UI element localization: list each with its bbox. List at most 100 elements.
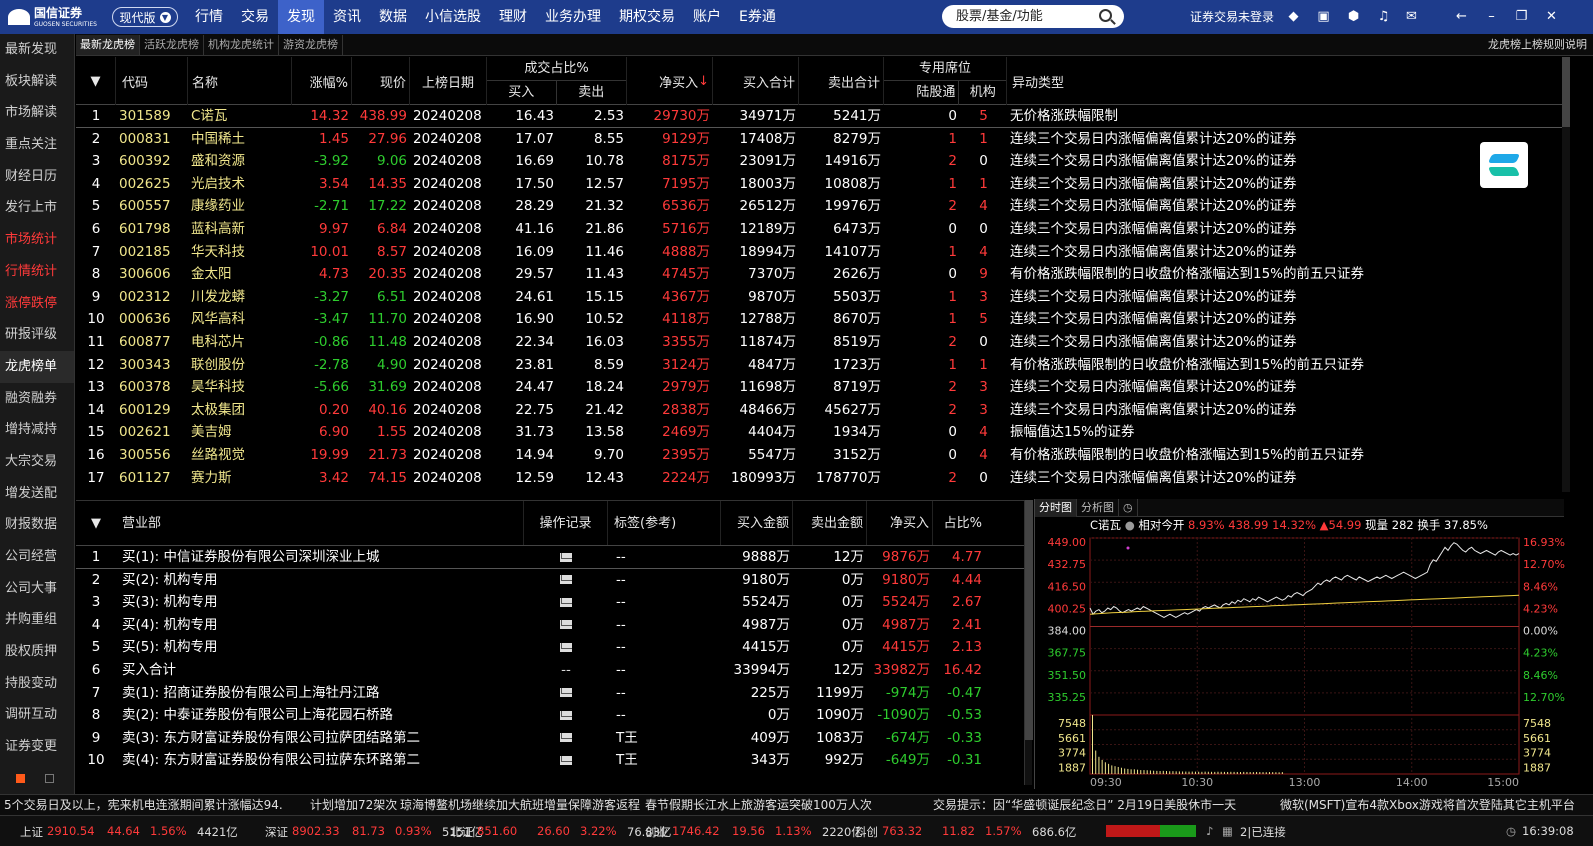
seat-row[interactable]: 6 买入合计 -- -- 33994万 12万 33982万 16.42: [76, 659, 1024, 682]
sidebar-item[interactable]: 增持减持: [0, 414, 74, 446]
mail-icon[interactable]: [560, 710, 572, 720]
sidebar-item[interactable]: 市场统计: [0, 224, 74, 256]
col-price[interactable]: 现价: [352, 57, 410, 105]
table-row[interactable]: 15 002621 美吉姆 6.90 1.55 20240208 31.73 13.58 246…: [76, 421, 1563, 444]
sidebar-item[interactable]: 板块解读: [0, 66, 74, 98]
col-ratio-sell[interactable]: 卖出: [557, 81, 627, 105]
minimize-icon[interactable]: –: [1484, 9, 1499, 24]
sort-menu-icon[interactable]: ▼: [76, 57, 116, 105]
history-icon[interactable]: ◷: [1119, 499, 1138, 517]
mail-icon[interactable]: [560, 620, 572, 630]
sidebar-item[interactable]: 最新发现: [0, 34, 74, 66]
col-buy-amt[interactable]: 买入金额: [721, 501, 793, 545]
rule-link[interactable]: 龙虎榜上榜规则说明: [1488, 34, 1587, 56]
status-cy-0[interactable]: 创业: [645, 824, 668, 840]
table-row[interactable]: 10 000636 风华高科 -3.47 11.70 20240208 16.90 10.52…: [76, 308, 1563, 331]
table-row[interactable]: 12 300343 联创股份 -2.78 4.90 20240208 23.81 8.59 31…: [76, 354, 1563, 377]
col-seat-inst[interactable]: 机构: [959, 81, 1006, 105]
headset-icon[interactable]: ♫: [1376, 9, 1391, 24]
bell-icon[interactable]: ♪: [1206, 824, 1213, 838]
record-cell[interactable]: [524, 727, 608, 750]
news-item[interactable]: 春节假期长江水上旅游客运突破100万人次: [645, 795, 872, 815]
sidebar-item[interactable]: 持股变动: [0, 668, 74, 700]
mail-icon[interactable]: [560, 755, 572, 765]
subtab[interactable]: 游资龙虎榜: [279, 34, 343, 55]
seat-row[interactable]: 2 买(2): 机构专用 -- 9180万 0万 9180万 4.44: [76, 569, 1024, 592]
nav-item[interactable]: 理财: [490, 0, 536, 34]
sidebar-item[interactable]: 发行上市: [0, 192, 74, 224]
col-tag[interactable]: 标签(参考): [608, 501, 721, 545]
nav-item[interactable]: 行情: [186, 0, 232, 34]
version-selector[interactable]: 现代版 ▼: [112, 7, 178, 27]
nav-item[interactable]: 交易: [232, 0, 278, 34]
floating-app-icon[interactable]: [1480, 142, 1528, 188]
file-icon[interactable]: ▣: [1316, 9, 1331, 24]
restore-icon[interactable]: ❐: [1514, 9, 1529, 24]
col-dept[interactable]: 营业部: [116, 501, 524, 545]
col-date[interactable]: 上榜日期: [410, 57, 487, 105]
col-code[interactable]: 代码: [116, 57, 188, 105]
mail-icon[interactable]: [560, 597, 572, 607]
seat-row[interactable]: 8 卖(2): 中泰证券股份有限公司上海花园石桥路 -- 0万 1090万 -1090万 -…: [76, 704, 1024, 727]
sidebar-item[interactable]: 公司经营: [0, 541, 74, 573]
message-icon[interactable]: ✉: [1404, 9, 1419, 24]
intraday-chart[interactable]: 449.00 16.93% 432.75 12.70% 416.50 8.46% 400.2…: [1035, 534, 1565, 789]
subtab[interactable]: 机构龙虎统计: [204, 34, 279, 55]
table-row[interactable]: 6 601798 蓝科高新 9.97 6.84 20240208 41.16 21.86 571…: [76, 218, 1563, 241]
table-row[interactable]: 9 002312 川发龙蟒 -3.27 6.51 20240208 24.61 15.15 43…: [76, 286, 1563, 309]
col-net[interactable]: 净买入 ↓: [627, 57, 713, 105]
col-seat-ratio[interactable]: 占比%: [933, 501, 985, 545]
nav-item[interactable]: 账户: [684, 0, 730, 34]
nav-item[interactable]: 业务办理: [536, 0, 610, 34]
table-row[interactable]: 17 601127 赛力斯 3.42 74.15 20240208 12.59 12.43 22…: [76, 467, 1563, 490]
news-item[interactable]: 交易提示：因“华盛顿诞辰纪念日” 2月19日美股休市一天: [933, 795, 1236, 815]
sidebar-item[interactable]: 重点关注: [0, 129, 74, 161]
mail-icon[interactable]: [560, 552, 572, 562]
record-cell[interactable]: [524, 682, 608, 705]
grid-icon[interactable]: ▦: [1222, 824, 1233, 838]
sidebar-orange-icon[interactable]: [16, 774, 25, 783]
col-buy-total[interactable]: 买入合计: [713, 57, 799, 105]
tab-analysis[interactable]: 分析图: [1077, 499, 1119, 517]
sidebar-item[interactable]: 财报数据: [0, 509, 74, 541]
sidebar-item[interactable]: 龙虎榜单: [0, 350, 74, 383]
sidebar-item[interactable]: 财经日历: [0, 161, 74, 193]
seat-menu-icon[interactable]: ▼: [76, 501, 116, 545]
status-sh-0[interactable]: 上证: [20, 824, 43, 840]
seat-table-scrollbar[interactable]: [1024, 500, 1033, 785]
layers-icon[interactable]: ◆: [1286, 9, 1301, 24]
nav-item[interactable]: 期权交易: [610, 0, 684, 34]
login-status[interactable]: 证券交易未登录: [1190, 0, 1274, 34]
table-row[interactable]: 14 600129 太极集团 0.20 40.16 20240208 22.75 21.42 2…: [76, 399, 1563, 422]
table-row[interactable]: 4 002625 光启技术 3.54 14.35 20240208 17.50 12.57 71…: [76, 173, 1563, 196]
seat-row[interactable]: 7 卖(1): 招商证券股份有限公司上海牡丹江路 -- 225万 1199万 -974万 -…: [76, 682, 1024, 705]
col-ratio-buy[interactable]: 买入: [487, 81, 557, 105]
sidebar-item[interactable]: 研报评级: [0, 319, 74, 351]
col-type[interactable]: 异动类型: [1007, 57, 1563, 105]
col-record[interactable]: 操作记录: [524, 501, 608, 545]
table-row[interactable]: 7 002185 华天科技 10.01 8.57 20240208 16.09 11.46 48…: [76, 241, 1563, 264]
sidebar-item[interactable]: 股权质押: [0, 636, 74, 668]
mail-icon[interactable]: [560, 642, 572, 652]
sidebar-item[interactable]: 行情统计: [0, 256, 74, 288]
back-icon[interactable]: ←: [1454, 9, 1469, 24]
news-item[interactable]: 5个交易日及以上，宪来机电连涨期间累计涨幅达94.: [4, 795, 283, 815]
record-cell[interactable]: [524, 704, 608, 727]
col-seat-hk[interactable]: 陆股通: [884, 81, 960, 105]
table-row[interactable]: 3 600392 盛和资源 -3.92 9.06 20240208 16.69 10.78 81…: [76, 150, 1563, 173]
search-input[interactable]: 股票/基金/功能: [942, 5, 1124, 28]
mail-icon[interactable]: [560, 733, 572, 743]
news-item[interactable]: 琼海博鳌机场继续加大航班增量保障游客返程: [400, 795, 640, 815]
status-sz-0[interactable]: 深证: [265, 824, 288, 840]
mail-icon[interactable]: [560, 688, 572, 698]
close-icon[interactable]: ✕: [1544, 9, 1559, 24]
status-kc-0[interactable]: 科创: [855, 824, 878, 840]
nav-item[interactable]: 数据: [370, 0, 416, 34]
subtab[interactable]: 最新龙虎榜: [76, 34, 140, 55]
tab-intraday[interactable]: 分时图: [1035, 499, 1077, 517]
table-row[interactable]: 1 301589 C诺瓦 14.32 438.99 20240208 16.43 2.53 29…: [76, 105, 1563, 128]
news-item[interactable]: 计划增加72架次: [310, 795, 397, 815]
sidebar-item[interactable]: 融资融券: [0, 383, 74, 415]
table-row[interactable]: 8 300606 金太阳 4.73 20.35 20240208 29.57 11.43 474…: [76, 263, 1563, 286]
nav-item[interactable]: 小信选股: [416, 0, 490, 34]
